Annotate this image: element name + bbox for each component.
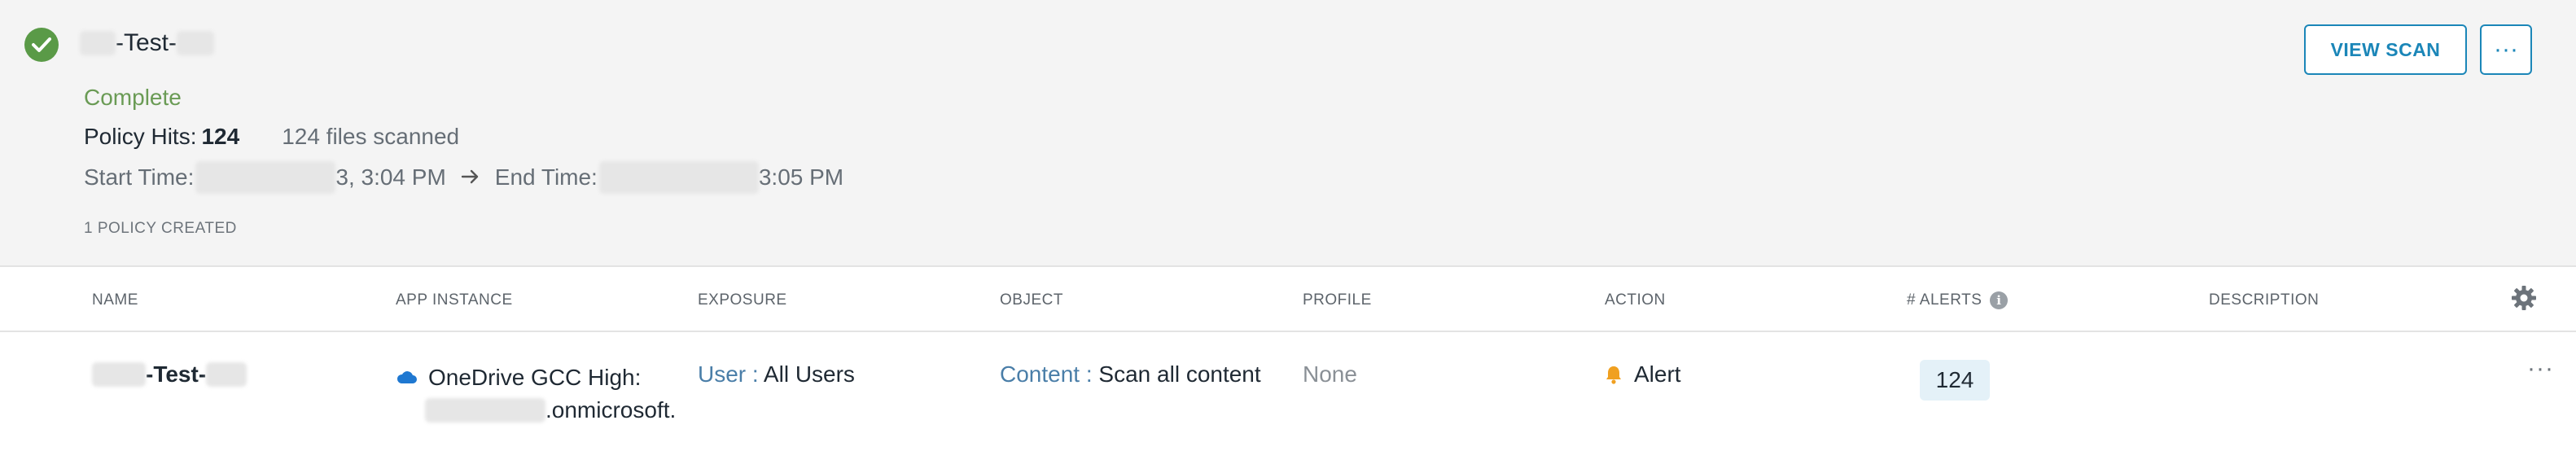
column-header-profile[interactable]: PROFILE: [1303, 291, 1372, 309]
gear-icon[interactable]: [2511, 285, 2537, 311]
column-header-app-instance[interactable]: APP INSTANCE: [396, 291, 513, 309]
row-more-icon[interactable]: ···: [2527, 355, 2554, 383]
start-time-value: 3, 3:04 PM: [335, 164, 446, 190]
files-scanned: 124 files scanned: [282, 124, 460, 149]
redacted-text: [195, 161, 336, 194]
column-header-name[interactable]: NAME: [92, 291, 138, 309]
start-time-label: Start Time:: [84, 164, 195, 190]
object-value: Scan all content: [1098, 361, 1261, 387]
redacted-text: [425, 398, 545, 423]
more-icon: ···: [2494, 36, 2518, 63]
policy-table-header: NAME APP INSTANCE EXPOSURE OBJECT PROFIL…: [0, 269, 2576, 332]
policy-hits-value: 124: [201, 124, 240, 149]
scan-time-range: Start Time: 3, 3:04 PM End Time: 3:05 PM: [84, 161, 843, 194]
end-time-value: 3:05 PM: [758, 164, 844, 190]
scan-title-text: -Test-: [116, 29, 177, 56]
redacted-text: [177, 31, 214, 55]
exposure: User : All Users: [698, 361, 855, 388]
column-header-object[interactable]: OBJECT: [1000, 291, 1063, 309]
alerts-count-badge[interactable]: 124: [1920, 360, 1990, 401]
policy-hits: Policy Hits: 124 124 files scanned: [84, 124, 459, 150]
scan-title: -Test-: [80, 29, 214, 57]
view-scan-button[interactable]: VIEW SCAN: [2304, 24, 2467, 75]
app-instance-name: OneDrive GCC High:: [428, 365, 642, 390]
object: Content : Scan all content: [1000, 361, 1261, 388]
redacted-text: [80, 31, 116, 55]
policy-name-text: -Test-: [146, 361, 207, 387]
policy-name[interactable]: -Test-: [92, 361, 248, 388]
action: Alert: [1605, 361, 1681, 388]
redacted-text: [598, 161, 759, 194]
column-header-alerts[interactable]: # ALERTS i: [1907, 291, 2009, 309]
table-row[interactable]: -Test- OneDrive GCC High: .onmicrosoft. …: [0, 334, 2576, 451]
redacted-text: [92, 362, 146, 387]
info-icon[interactable]: i: [1990, 291, 2009, 309]
app-instance: OneDrive GCC High: .onmicrosoft.: [396, 361, 676, 427]
exposure-label: User :: [698, 361, 759, 387]
scan-summary-panel: -Test- Complete Policy Hits: 124 124 fil…: [0, 0, 2576, 267]
check-icon: [24, 28, 59, 62]
more-options-button[interactable]: ···: [2480, 24, 2532, 75]
action-value: Alert: [1634, 361, 1681, 387]
column-header-alerts-label: # ALERTS: [1907, 291, 1982, 309]
object-label: Content :: [1000, 361, 1093, 387]
policies-created-count: 1 POLICY CREATED: [84, 220, 237, 237]
onedrive-cloud-icon: [396, 371, 417, 383]
redacted-text: [206, 362, 248, 387]
arrow-right-icon: [461, 164, 480, 190]
app-instance-domain: .onmicrosoft.: [545, 397, 677, 423]
scan-status: Complete: [84, 85, 182, 110]
policy-hits-label: Policy Hits:: [84, 124, 197, 149]
bell-icon: [1606, 366, 1621, 384]
column-header-exposure[interactable]: EXPOSURE: [698, 291, 787, 309]
exposure-value: All Users: [763, 361, 855, 387]
column-header-action[interactable]: ACTION: [1605, 291, 1666, 309]
column-header-description[interactable]: DESCRIPTION: [2209, 291, 2319, 309]
profile: None: [1303, 361, 1357, 387]
end-time-label: End Time:: [494, 164, 598, 190]
